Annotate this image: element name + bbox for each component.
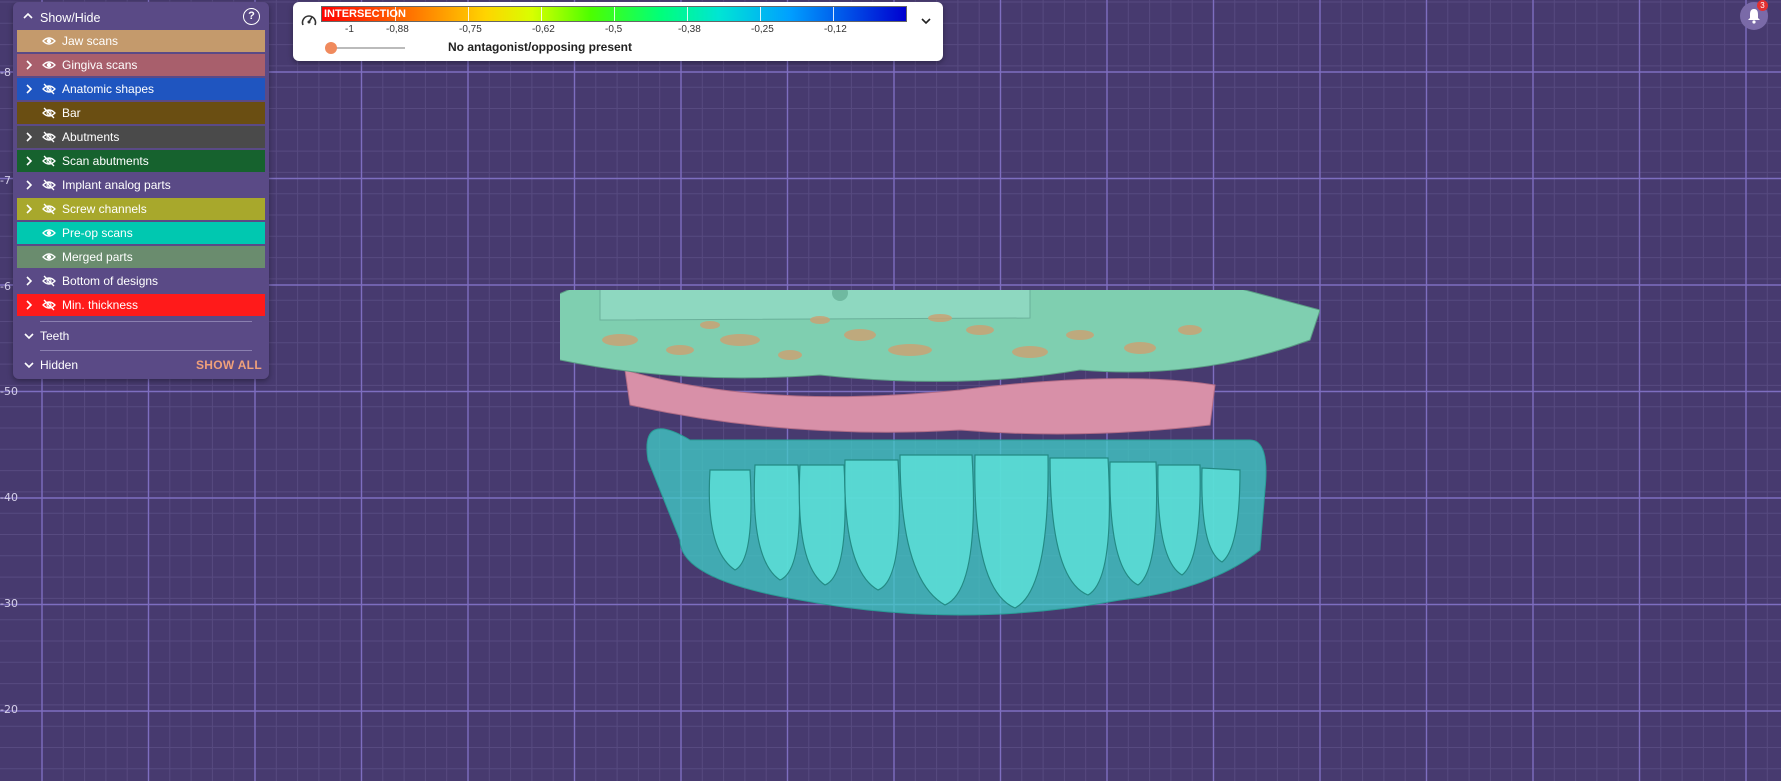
axis-label: -40 bbox=[0, 491, 18, 504]
eye-off-icon[interactable] bbox=[42, 275, 56, 287]
eye-off-icon[interactable] bbox=[42, 83, 56, 95]
eye-icon[interactable] bbox=[42, 35, 56, 47]
layer-row-label: Pre-op scans bbox=[62, 226, 133, 240]
chevron-down-icon bbox=[24, 362, 34, 369]
chevron-right-icon[interactable] bbox=[24, 180, 34, 190]
layer-row-label: Merged parts bbox=[62, 250, 133, 264]
eye-off-icon[interactable] bbox=[42, 299, 56, 311]
layer-row[interactable]: Min. thickness bbox=[17, 294, 265, 316]
layer-row-label: Scan abutments bbox=[62, 154, 149, 168]
color-scale-tick bbox=[395, 7, 396, 21]
layer-row[interactable]: Screw channels bbox=[17, 198, 265, 220]
eye-icon[interactable] bbox=[42, 251, 56, 263]
eye-icon[interactable] bbox=[42, 59, 56, 71]
hidden-label: Hidden bbox=[40, 358, 79, 372]
layer-row-label: Screw channels bbox=[62, 202, 147, 216]
threshold-slider-track[interactable] bbox=[331, 47, 405, 49]
eye-icon[interactable] bbox=[42, 227, 56, 239]
color-scale-tick bbox=[760, 7, 761, 21]
axis-label: -7 bbox=[0, 174, 11, 187]
color-scale-tick-label: -0,38 bbox=[678, 24, 701, 35]
color-scale-tick bbox=[541, 7, 542, 21]
chevron-right-icon[interactable] bbox=[24, 300, 34, 310]
eye-off-icon[interactable] bbox=[42, 179, 56, 191]
axis-label: -50 bbox=[0, 385, 18, 398]
chevron-right-icon[interactable] bbox=[24, 276, 34, 286]
show-hide-title: Show/Hide bbox=[40, 11, 101, 25]
chevron-down-icon bbox=[24, 333, 34, 340]
notification-count-badge: 3 bbox=[1757, 0, 1768, 11]
color-scale-tick-label: -0,62 bbox=[532, 24, 555, 35]
chevron-right-icon[interactable] bbox=[24, 204, 34, 214]
layer-row[interactable]: Abutments bbox=[17, 126, 265, 148]
chevron-right-icon[interactable] bbox=[24, 132, 34, 142]
layer-row-label: Bar bbox=[62, 106, 81, 120]
layer-row-label: Min. thickness bbox=[62, 298, 139, 312]
gauge-icon[interactable] bbox=[301, 13, 317, 27]
color-scale-tick-label: -0,75 bbox=[459, 24, 482, 35]
intersection-mode-label: INTERSECTION bbox=[324, 8, 406, 20]
layer-row[interactable]: Implant analog parts bbox=[17, 174, 265, 196]
chevron-down-icon[interactable] bbox=[921, 16, 931, 26]
chevron-right-icon[interactable] bbox=[24, 156, 34, 166]
layer-row-label: Gingiva scans bbox=[62, 58, 138, 72]
layer-row[interactable]: Bar bbox=[17, 102, 265, 124]
eye-off-icon[interactable] bbox=[42, 203, 56, 215]
layer-row[interactable]: Jaw scans bbox=[17, 30, 265, 52]
bell-icon bbox=[1748, 9, 1760, 24]
layer-row-label: Bottom of designs bbox=[62, 274, 159, 288]
color-scale-tick-label: -0,88 bbox=[386, 24, 409, 35]
eye-off-icon[interactable] bbox=[42, 131, 56, 143]
layer-row-label: Abutments bbox=[62, 130, 120, 144]
teeth-section[interactable]: Teeth bbox=[17, 325, 265, 347]
color-scale-bar: INTERSECTION bbox=[321, 6, 907, 22]
layer-row[interactable]: Pre-op scans bbox=[17, 222, 265, 244]
show-hide-panel: Show/Hide ? Jaw scans Gingiva scans Anatom… bbox=[13, 2, 269, 379]
eye-off-icon[interactable] bbox=[42, 107, 56, 119]
divider bbox=[40, 321, 252, 322]
layer-row[interactable]: Scan abutments bbox=[17, 150, 265, 172]
antagonist-status-text: No antagonist/opposing present bbox=[448, 40, 633, 54]
axis-label: -8 bbox=[0, 66, 11, 79]
divider bbox=[40, 350, 252, 351]
show-all-button[interactable]: SHOW ALL bbox=[196, 358, 262, 372]
color-scale-tick-label: -0,25 bbox=[751, 24, 774, 35]
intersection-legend-panel: INTERSECTION -1 -0,88 -0,75 -0,62 -0,5 -0,38 -… bbox=[293, 2, 943, 61]
teeth-label: Teeth bbox=[40, 329, 70, 343]
layer-row[interactable]: Merged parts bbox=[17, 246, 265, 268]
eye-off-icon[interactable] bbox=[42, 155, 56, 167]
chevron-right-icon[interactable] bbox=[24, 84, 34, 94]
color-scale-tick bbox=[833, 7, 834, 21]
color-scale-tick bbox=[687, 7, 688, 21]
layer-row[interactable]: Gingiva scans bbox=[17, 54, 265, 76]
layer-row[interactable]: Anatomic shapes bbox=[17, 78, 265, 100]
axis-label: -20 bbox=[0, 703, 18, 716]
color-scale-tick bbox=[614, 7, 615, 21]
hidden-section[interactable]: Hidden SHOW ALL bbox=[17, 354, 265, 376]
threshold-slider-handle[interactable] bbox=[325, 42, 337, 54]
axis-label: -30 bbox=[0, 597, 18, 610]
layer-row-label: Jaw scans bbox=[62, 34, 119, 48]
layer-row-label: Anatomic shapes bbox=[62, 82, 155, 96]
layer-row[interactable]: Bottom of designs bbox=[17, 270, 265, 292]
chevron-right-icon[interactable] bbox=[24, 60, 34, 70]
show-hide-header[interactable]: Show/Hide bbox=[13, 2, 269, 32]
axis-label: -6 bbox=[0, 280, 11, 293]
color-scale-tick-label: -0,5 bbox=[605, 24, 623, 35]
color-scale-tick-label: -0,12 bbox=[824, 24, 847, 35]
color-scale-tick-label: -1 bbox=[345, 24, 354, 35]
dental-model-3d-view[interactable] bbox=[560, 290, 1320, 630]
color-scale-tick bbox=[468, 7, 469, 21]
layer-row-label: Implant analog parts bbox=[62, 178, 171, 192]
help-icon[interactable]: ? bbox=[243, 8, 260, 25]
chevron-up-icon bbox=[23, 12, 33, 19]
